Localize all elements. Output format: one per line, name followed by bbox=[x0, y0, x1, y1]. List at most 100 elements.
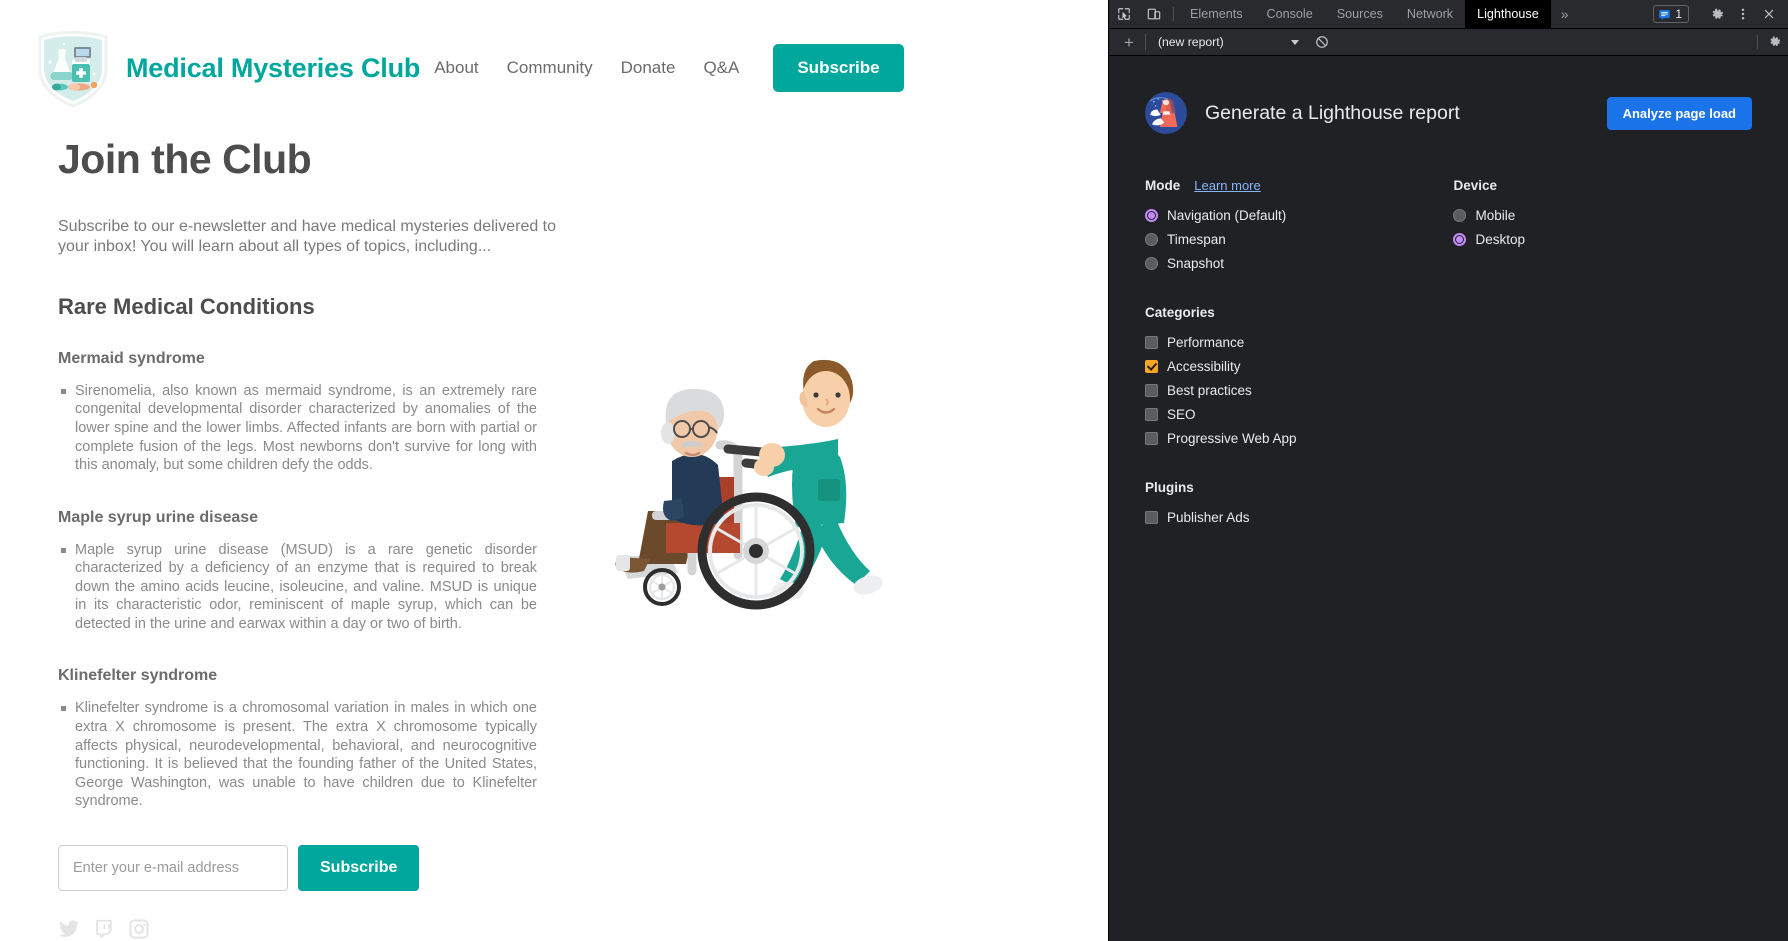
subbar-gear-icon[interactable] bbox=[1757, 35, 1782, 49]
screen: Medical Mysteries Club About Community D… bbox=[0, 0, 1788, 941]
category-option-best-practices[interactable]: Best practices bbox=[1145, 378, 1752, 402]
content-column: Subscribe to our e-newsletter and have m… bbox=[58, 217, 588, 940]
instagram-icon[interactable] bbox=[128, 918, 150, 940]
radio-icon[interactable] bbox=[1145, 208, 1158, 222]
radio-icon[interactable] bbox=[1453, 208, 1467, 222]
category-label: SEO bbox=[1167, 406, 1196, 422]
radio-icon[interactable] bbox=[1145, 256, 1158, 270]
topic-list: Maple syrup urine disease (MSUD) is a ra… bbox=[58, 541, 588, 634]
issues-badge[interactable]: 1 bbox=[1653, 5, 1689, 23]
chevron-down-icon bbox=[1290, 39, 1299, 45]
subscribe-form: Subscribe bbox=[58, 844, 588, 891]
issues-icon bbox=[1659, 9, 1671, 20]
categories-group: Categories Performance Accessibility Bes… bbox=[1145, 305, 1752, 450]
form-subscribe-button[interactable]: Subscribe bbox=[298, 844, 420, 891]
topic-list: Klinefelter syndrome is a chromosomal va… bbox=[58, 699, 588, 810]
site-header: Medical Mysteries Club About Community D… bbox=[0, 0, 1108, 118]
topic-body: Maple syrup urine disease (MSUD) is a ra… bbox=[61, 541, 537, 632]
radio-icon[interactable] bbox=[1145, 232, 1158, 246]
devtools-toolbar-right: 1 bbox=[1653, 0, 1788, 28]
close-icon[interactable] bbox=[1756, 1, 1782, 27]
topic-body: Sirenomelia, also known as mermaid syndr… bbox=[61, 382, 537, 474]
social-links bbox=[58, 918, 588, 940]
topic-title: Maple syrup urine disease bbox=[58, 508, 259, 526]
nav-link-community[interactable]: Community bbox=[493, 48, 607, 88]
lighthouse-subtoolbar: + (new report) bbox=[1109, 29, 1788, 56]
categories-title: Categories bbox=[1145, 305, 1215, 320]
category-label: Performance bbox=[1167, 334, 1245, 350]
tab-lighthouse[interactable]: Lighthouse bbox=[1465, 0, 1551, 28]
device-group: Device Mobile Desktop bbox=[1453, 178, 1752, 275]
plugins-group: Plugins Publisher Ads bbox=[1145, 480, 1752, 529]
main-navigation: About Community Donate Q&A Subscribe bbox=[420, 44, 1108, 92]
learn-more-link[interactable]: Learn more bbox=[1194, 178, 1260, 193]
intro-paragraph: Subscribe to our e-newsletter and have m… bbox=[58, 218, 557, 256]
nav-link-donate[interactable]: Donate bbox=[607, 48, 690, 88]
checkbox-icon[interactable] bbox=[1145, 431, 1158, 445]
category-option-pwa[interactable]: Progressive Web App bbox=[1145, 426, 1752, 450]
category-option-performance[interactable]: Performance bbox=[1145, 330, 1752, 354]
lighthouse-title: Generate a Lighthouse report bbox=[1205, 101, 1460, 124]
topic-body: Klinefelter syndrome is a chromosomal va… bbox=[61, 700, 537, 810]
category-label: Best practices bbox=[1167, 382, 1252, 398]
tab-network[interactable]: Network bbox=[1395, 0, 1465, 28]
checkbox-icon[interactable] bbox=[1145, 335, 1158, 349]
kebab-menu-icon[interactable] bbox=[1730, 1, 1756, 27]
lighthouse-header: Generate a Lighthouse report Analyze pag… bbox=[1145, 92, 1752, 134]
topic-title: Mermaid syndrome bbox=[58, 349, 205, 367]
mode-title: Mode bbox=[1145, 178, 1181, 193]
brand-name: Medical Mysteries Club bbox=[126, 52, 421, 83]
device-title: Device bbox=[1453, 178, 1498, 193]
twitter-icon[interactable] bbox=[58, 918, 80, 940]
topic-list: Sirenomelia, also known as mermaid syndr… bbox=[58, 382, 588, 475]
category-option-seo[interactable]: SEO bbox=[1145, 402, 1752, 426]
mode-title-row: Mode Learn more bbox=[1145, 178, 1453, 193]
category-label: Accessibility bbox=[1167, 358, 1241, 374]
page-body: Join the Club Subscribe to our e-newslet… bbox=[0, 136, 1108, 940]
tab-sources[interactable]: Sources bbox=[1325, 0, 1395, 28]
tab-elements[interactable]: Elements bbox=[1178, 0, 1255, 28]
lighthouse-options: Mode Learn more Navigation (Default) Tim… bbox=[1145, 178, 1752, 275]
mode-option-label: Snapshot bbox=[1167, 255, 1225, 271]
mode-group: Mode Learn more Navigation (Default) Tim… bbox=[1145, 178, 1453, 275]
clear-icon[interactable] bbox=[1315, 35, 1329, 49]
mode-option-snapshot[interactable]: Snapshot bbox=[1145, 251, 1453, 275]
device-option-label: Mobile bbox=[1475, 207, 1516, 223]
web-page-content: Medical Mysteries Club About Community D… bbox=[0, 0, 1108, 941]
device-title-row: Device bbox=[1453, 178, 1752, 193]
gear-icon[interactable] bbox=[1704, 1, 1730, 27]
nav-subscribe-button[interactable]: Subscribe bbox=[773, 44, 904, 92]
device-option-desktop[interactable]: Desktop bbox=[1453, 227, 1752, 251]
category-label: Progressive Web App bbox=[1167, 430, 1297, 446]
add-report-button[interactable]: + bbox=[1115, 34, 1143, 51]
device-option-mobile[interactable]: Mobile bbox=[1453, 203, 1752, 227]
mode-option-label: Navigation (Default) bbox=[1167, 207, 1287, 223]
topic-block: Mermaid syndrome Sirenomelia, also known… bbox=[58, 350, 588, 475]
inspect-element-icon[interactable] bbox=[1109, 0, 1139, 28]
devtools-panel: Elements Console Sources Network Lightho… bbox=[1108, 0, 1788, 941]
analyze-page-load-button[interactable]: Analyze page load bbox=[1606, 96, 1752, 130]
checkbox-icon[interactable] bbox=[1145, 359, 1158, 373]
nav-link-about[interactable]: About bbox=[420, 48, 492, 88]
mode-option-navigation[interactable]: Navigation (Default) bbox=[1145, 203, 1453, 227]
nav-link-qa[interactable]: Q&A bbox=[689, 48, 753, 88]
more-tabs-icon[interactable]: » bbox=[1551, 0, 1579, 28]
report-select[interactable]: (new report) bbox=[1144, 34, 1305, 50]
devtools-tabbar: Elements Console Sources Network Lightho… bbox=[1109, 0, 1788, 29]
checkbox-icon[interactable] bbox=[1145, 383, 1158, 397]
plugins-title: Plugins bbox=[1145, 480, 1194, 495]
email-input[interactable] bbox=[58, 844, 288, 891]
mode-option-timespan[interactable]: Timespan bbox=[1145, 227, 1453, 251]
device-toolbar-icon[interactable] bbox=[1139, 0, 1169, 28]
topic-block: Klinefelter syndrome Klinefelter syndrom… bbox=[58, 667, 588, 810]
plugin-option-publisher-ads[interactable]: Publisher Ads bbox=[1145, 505, 1752, 529]
category-option-accessibility[interactable]: Accessibility bbox=[1145, 354, 1752, 378]
radio-icon[interactable] bbox=[1453, 232, 1467, 246]
checkbox-icon[interactable] bbox=[1145, 407, 1158, 421]
report-select-value: (new report) bbox=[1157, 35, 1224, 49]
page-title: Join the Club bbox=[58, 136, 312, 182]
twitch-icon[interactable] bbox=[93, 918, 115, 940]
tab-console[interactable]: Console bbox=[1255, 0, 1325, 28]
mode-option-label: Timespan bbox=[1167, 231, 1226, 247]
checkbox-icon[interactable] bbox=[1145, 510, 1158, 524]
